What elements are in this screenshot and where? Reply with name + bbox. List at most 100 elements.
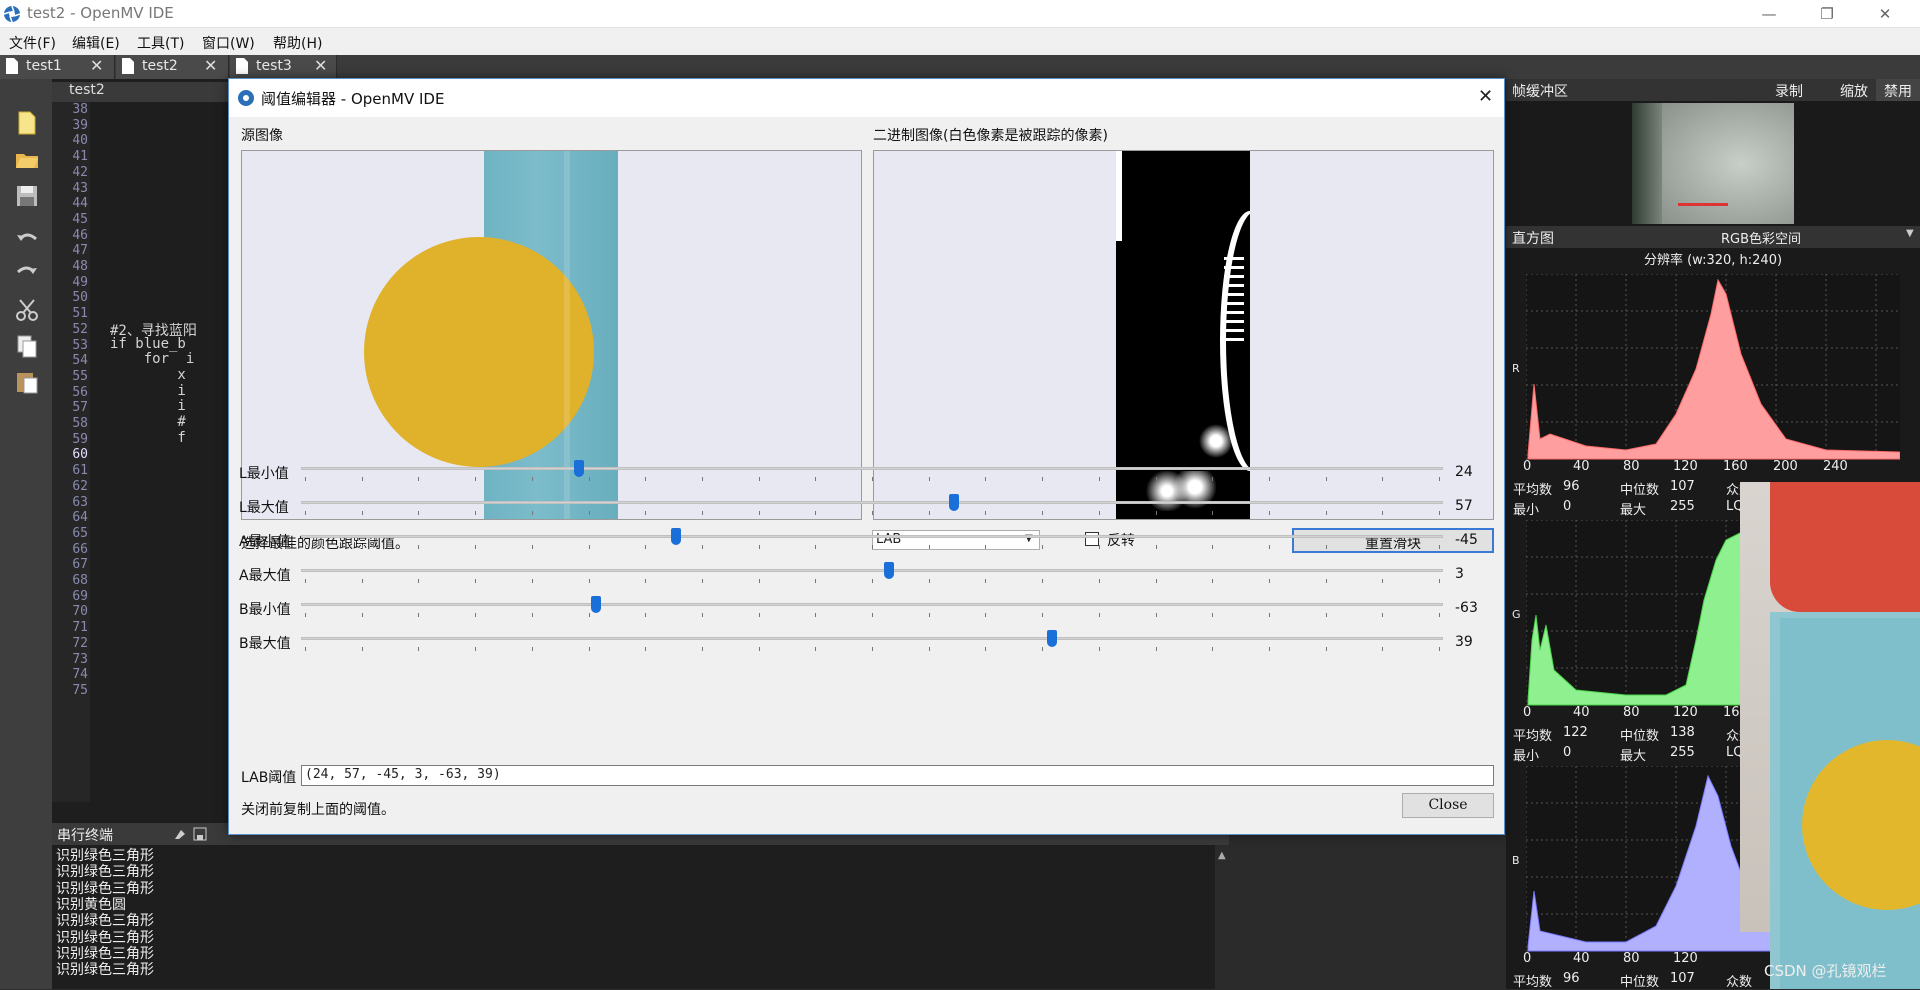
openmv-app-icon <box>3 5 21 23</box>
x-tick-label: 80 <box>1623 459 1640 474</box>
x-tick-label: 0 <box>1523 705 1532 720</box>
max-value: 255 <box>1670 745 1695 760</box>
serial-terminal-output[interactable]: 识别绿色三角形 识别绿色三角形 识别绿色三角形 识别黄色圆 识别绿色三角形 识别绿色三角形… <box>52 845 1229 989</box>
colorspace-dropdown[interactable]: RGB色彩空间 <box>1721 228 1801 247</box>
tab-test1[interactable]: test1 ✕ <box>0 55 115 79</box>
slider-ticks <box>305 647 1440 653</box>
tab-test2[interactable]: test2 ✕ <box>116 55 229 79</box>
max-value: 255 <box>1670 499 1695 514</box>
slider-row: L最大值 57 <box>239 491 1495 519</box>
slider-thumb[interactable] <box>1047 630 1058 647</box>
x-tick-label: 160 <box>1723 459 1748 474</box>
slider-track[interactable] <box>301 535 1443 538</box>
min-label: 最小 <box>1513 749 1540 764</box>
camera-preview-card <box>1770 612 1920 989</box>
line-number: 62 <box>72 478 88 494</box>
code-line: x <box>110 366 186 383</box>
close-window-button[interactable]: ✕ <box>1862 0 1908 28</box>
histogram-header: 直方图 RGB色彩空间 ▼ <box>1506 226 1920 248</box>
copy-icon[interactable] <box>14 333 40 359</box>
document-icon <box>6 58 18 74</box>
line-number: 48 <box>72 259 88 274</box>
slider-value: -45 <box>1455 532 1478 548</box>
restore-button[interactable]: ❐ <box>1804 0 1850 28</box>
slider-track[interactable] <box>301 467 1443 470</box>
tab-test3[interactable]: test3 ✕ <box>230 55 337 79</box>
slider-track[interactable] <box>301 501 1443 504</box>
x-tick-label: 40 <box>1573 459 1590 474</box>
framebuffer-header: 帧缓冲区 录制 缩放 禁用 <box>1506 79 1920 101</box>
dialog-close-icon[interactable]: ✕ <box>1478 86 1493 107</box>
slider-value: 57 <box>1455 498 1473 514</box>
framebuffer-image <box>1632 103 1794 224</box>
record-button[interactable]: 录制 <box>1775 81 1803 101</box>
tab-label: test2 <box>142 58 178 74</box>
line-number: 65 <box>72 525 88 541</box>
slider-ticks <box>305 579 1440 585</box>
menu-file[interactable]: 文件(F) <box>9 33 56 53</box>
clear-terminal-icon[interactable] <box>173 827 187 841</box>
line-number-gutter: 38 39 40 41 42 43 44 45 46 47 48 49 50 51 52 53 54 55 56 57… <box>52 102 90 802</box>
x-tick-label: 120 <box>1673 459 1698 474</box>
line-number: 67 <box>72 557 88 573</box>
disable-button[interactable]: 禁用 <box>1876 79 1920 101</box>
threshold-value-field[interactable]: (24, 57, -45, 3, -63, 39) <box>301 765 1494 786</box>
slider-thumb[interactable] <box>949 494 960 511</box>
line-number: 45 <box>72 211 88 227</box>
min-value: 0 <box>1563 499 1572 514</box>
line-number: 54 <box>72 353 88 369</box>
close-dialog-button[interactable]: Close <box>1402 793 1494 818</box>
open-folder-icon[interactable] <box>14 146 40 172</box>
slider-thumb[interactable] <box>670 528 681 545</box>
dropdown-arrow-icon: ▼ <box>1906 228 1914 239</box>
save-icon[interactable] <box>14 183 40 209</box>
x-tick-label: 80 <box>1623 951 1640 966</box>
cut-icon[interactable] <box>14 297 40 323</box>
menu-help[interactable]: 帮助(H) <box>273 33 322 53</box>
line-number: 68 <box>72 573 88 588</box>
menu-tools[interactable]: 工具(T) <box>137 33 184 53</box>
left-toolbar <box>0 79 52 989</box>
tab-label: test1 <box>26 58 62 74</box>
minimize-button[interactable]: — <box>1746 0 1792 28</box>
undo-icon[interactable] <box>14 227 40 253</box>
slider-track[interactable] <box>301 603 1443 606</box>
slider-track[interactable] <box>301 637 1443 640</box>
serial-terminal-title: 串行终端 <box>57 828 113 844</box>
redo-icon[interactable] <box>14 260 40 286</box>
save-terminal-icon[interactable] <box>193 827 207 841</box>
terminal-scrollbar[interactable]: ▲ <box>1215 845 1229 989</box>
menu-edit[interactable]: 编辑(E) <box>72 33 120 53</box>
slider-label: L最小值 <box>239 466 289 482</box>
slider-label: B最小值 <box>239 602 291 618</box>
close-tab-icon[interactable]: ✕ <box>314 56 327 75</box>
slider-ticks <box>305 545 1440 551</box>
code-line: for i <box>110 351 195 368</box>
slider-thumb[interactable] <box>590 596 601 613</box>
paste-icon[interactable] <box>14 369 40 395</box>
menu-window[interactable]: 窗口(W) <box>202 33 255 53</box>
line-number: 75 <box>72 682 88 698</box>
line-number: 46 <box>72 227 88 243</box>
median-label: 中位数 <box>1620 975 1660 990</box>
channel-axis-label: R <box>1512 362 1520 375</box>
framebuffer-title: 帧缓冲区 <box>1512 84 1568 100</box>
close-tab-icon[interactable]: ✕ <box>90 56 103 75</box>
scroll-up-icon[interactable]: ▲ <box>1218 850 1226 861</box>
line-number: 56 <box>72 384 88 400</box>
dialog-title-bar: 阈值编辑器 - OpenMV IDE ✕ <box>229 79 1504 117</box>
new-file-icon[interactable] <box>14 110 40 136</box>
median-value: 107 <box>1670 479 1695 494</box>
slider-value: 3 <box>1455 566 1464 582</box>
slider-thumb[interactable] <box>573 460 584 477</box>
close-tab-icon[interactable]: ✕ <box>204 56 217 75</box>
slider-thumb[interactable] <box>884 562 895 579</box>
slider-ticks <box>305 511 1440 517</box>
slider-row: A最大值 3 <box>239 559 1495 587</box>
line-number: 63 <box>72 494 88 510</box>
source-image-label: 源图像 <box>241 128 283 144</box>
slider-track[interactable] <box>301 569 1443 572</box>
zoom-button[interactable]: 缩放 <box>1840 81 1868 101</box>
slider-ticks <box>305 613 1440 619</box>
mean-label: 平均数 <box>1513 975 1553 990</box>
